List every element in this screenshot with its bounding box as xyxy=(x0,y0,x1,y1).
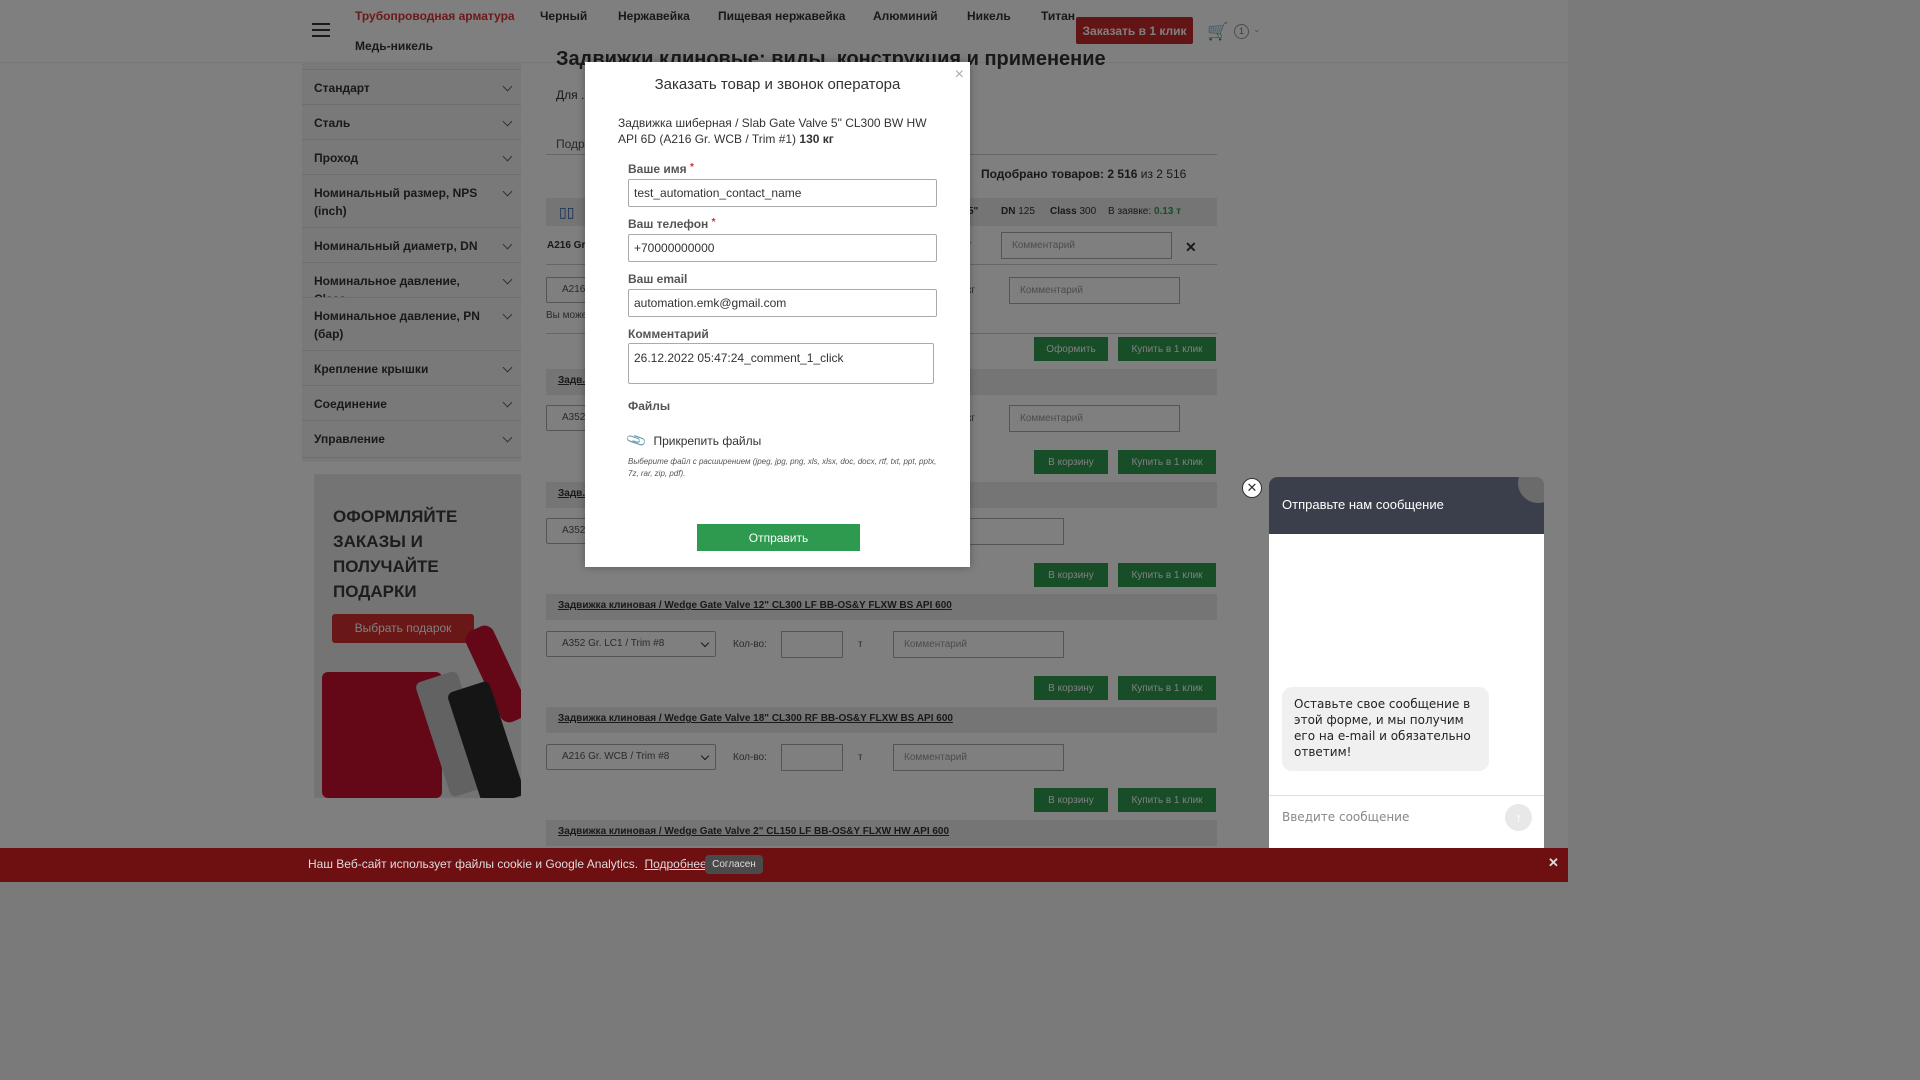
modal-product: Задвижка шиберная / Slab Gate Valve 5" C… xyxy=(618,116,927,146)
name-label: Ваше имя * xyxy=(628,162,694,176)
divider xyxy=(1269,795,1544,796)
name-field[interactable]: test_automation_contact_name xyxy=(628,179,937,207)
chat-message-input[interactable]: Введите сообщение xyxy=(1282,810,1409,824)
submit-button[interactable]: Отправить xyxy=(697,524,860,551)
comment-label: Комментарий xyxy=(628,327,709,341)
email-label: Ваш email xyxy=(628,272,688,286)
chat-message-bubble: Оставьте свое сообщение в этой форме, и … xyxy=(1282,687,1489,771)
attach-note: Выберите файл с расширением (jpeg, jpg, … xyxy=(628,457,937,478)
cookie-bar: Наш Веб-сайт использует файлы cookie и G… xyxy=(0,848,1568,882)
email-field[interactable]: automation.emk@gmail.com xyxy=(628,289,937,317)
cookie-accept-button[interactable]: Согласен xyxy=(705,855,763,874)
avatar xyxy=(1518,477,1544,503)
chat-title: Отправьте нам сообщение xyxy=(1282,497,1444,512)
cookie-more-link[interactable]: Подробнее xyxy=(644,857,706,871)
comment-textarea[interactable]: 26.12.2022 05:47:24_comment_1_click xyxy=(628,343,934,384)
phone-field[interactable]: +70000000000 xyxy=(628,234,937,262)
close-icon[interactable]: ✕ xyxy=(1548,855,1559,871)
cookie-text: Наш Веб-сайт использует файлы cookie и G… xyxy=(308,857,707,871)
chat-widget: Отправьте нам сообщение Оставьте свое со… xyxy=(1269,477,1544,882)
phone-label: Ваш телефон * xyxy=(628,217,716,231)
attach-files-button[interactable]: 📎 Прикрепить файлы xyxy=(624,428,761,452)
send-icon[interactable]: ↑ xyxy=(1505,804,1532,831)
files-label: Файлы xyxy=(628,399,671,413)
chat-close-icon[interactable]: ✕ xyxy=(1242,478,1262,498)
order-call-modal: × Заказать товар и звонок оператора Задв… xyxy=(585,62,970,567)
paperclip-icon: 📎 xyxy=(624,428,649,452)
chat-header: Отправьте нам сообщение xyxy=(1269,477,1544,534)
modal-title: Заказать товар и звонок оператора xyxy=(654,76,901,93)
product-weight: 130 кг xyxy=(799,132,834,146)
